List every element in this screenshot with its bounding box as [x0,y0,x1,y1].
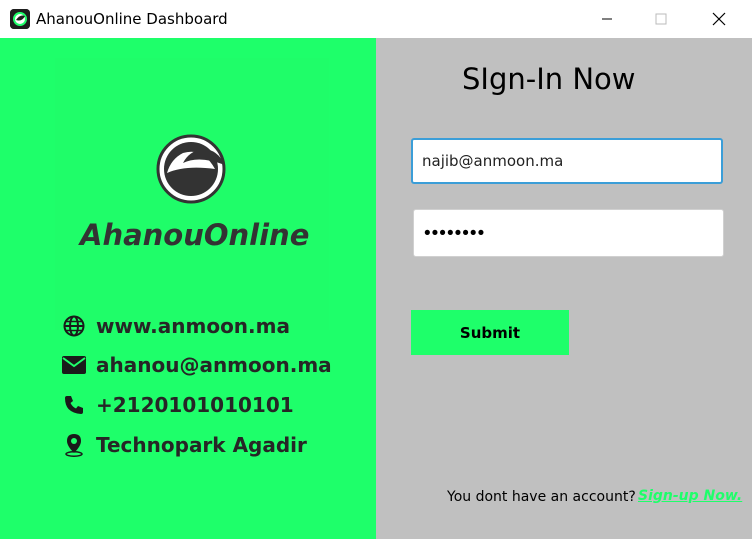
submit-button[interactable]: Submit [411,310,569,355]
no-account-text: You dont have an account? [447,489,636,505]
location-pin-icon [62,433,86,457]
contact-location: Technopark Agadir [62,433,307,457]
email-field[interactable] [413,140,721,182]
contact-phone: +2120101010101 [62,393,294,417]
password-mask: •••••••• [424,223,486,244]
minimize-button[interactable] [584,0,630,38]
website-text: www.anmoon.ma [96,314,290,338]
contact-email: ahanou@anmoon.ma [62,353,332,377]
close-button[interactable] [696,0,742,38]
phone-icon [62,393,86,417]
globe-icon [62,314,86,338]
password-field[interactable]: •••••••• [413,209,724,257]
sign-in-panel: SIgn-In Now •••••••• Submit You dont hav… [376,38,752,539]
logo: AhanouOnline [55,58,329,330]
location-text: Technopark Agadir [96,433,307,457]
logo-text: AhanouOnline [80,218,310,252]
branding-panel: AhanouOnline www.anmoon.ma ahanou@anmoon… [0,38,376,539]
window-title: AhanouOnline Dashboard [36,10,228,28]
maximize-button[interactable] [638,0,684,38]
contact-website: www.anmoon.ma [62,314,290,338]
envelope-icon [62,353,86,377]
sign-up-link[interactable]: Sign-up Now. [638,488,742,504]
app-logo-icon [10,9,30,29]
title-bar: AhanouOnline Dashboard [0,0,752,38]
email-field-container [411,138,723,184]
phone-text: +2120101010101 [96,393,294,417]
email-text: ahanou@anmoon.ma [96,353,332,377]
leaf-logo-icon [156,134,226,204]
sign-in-title: SIgn-In Now [462,62,636,96]
